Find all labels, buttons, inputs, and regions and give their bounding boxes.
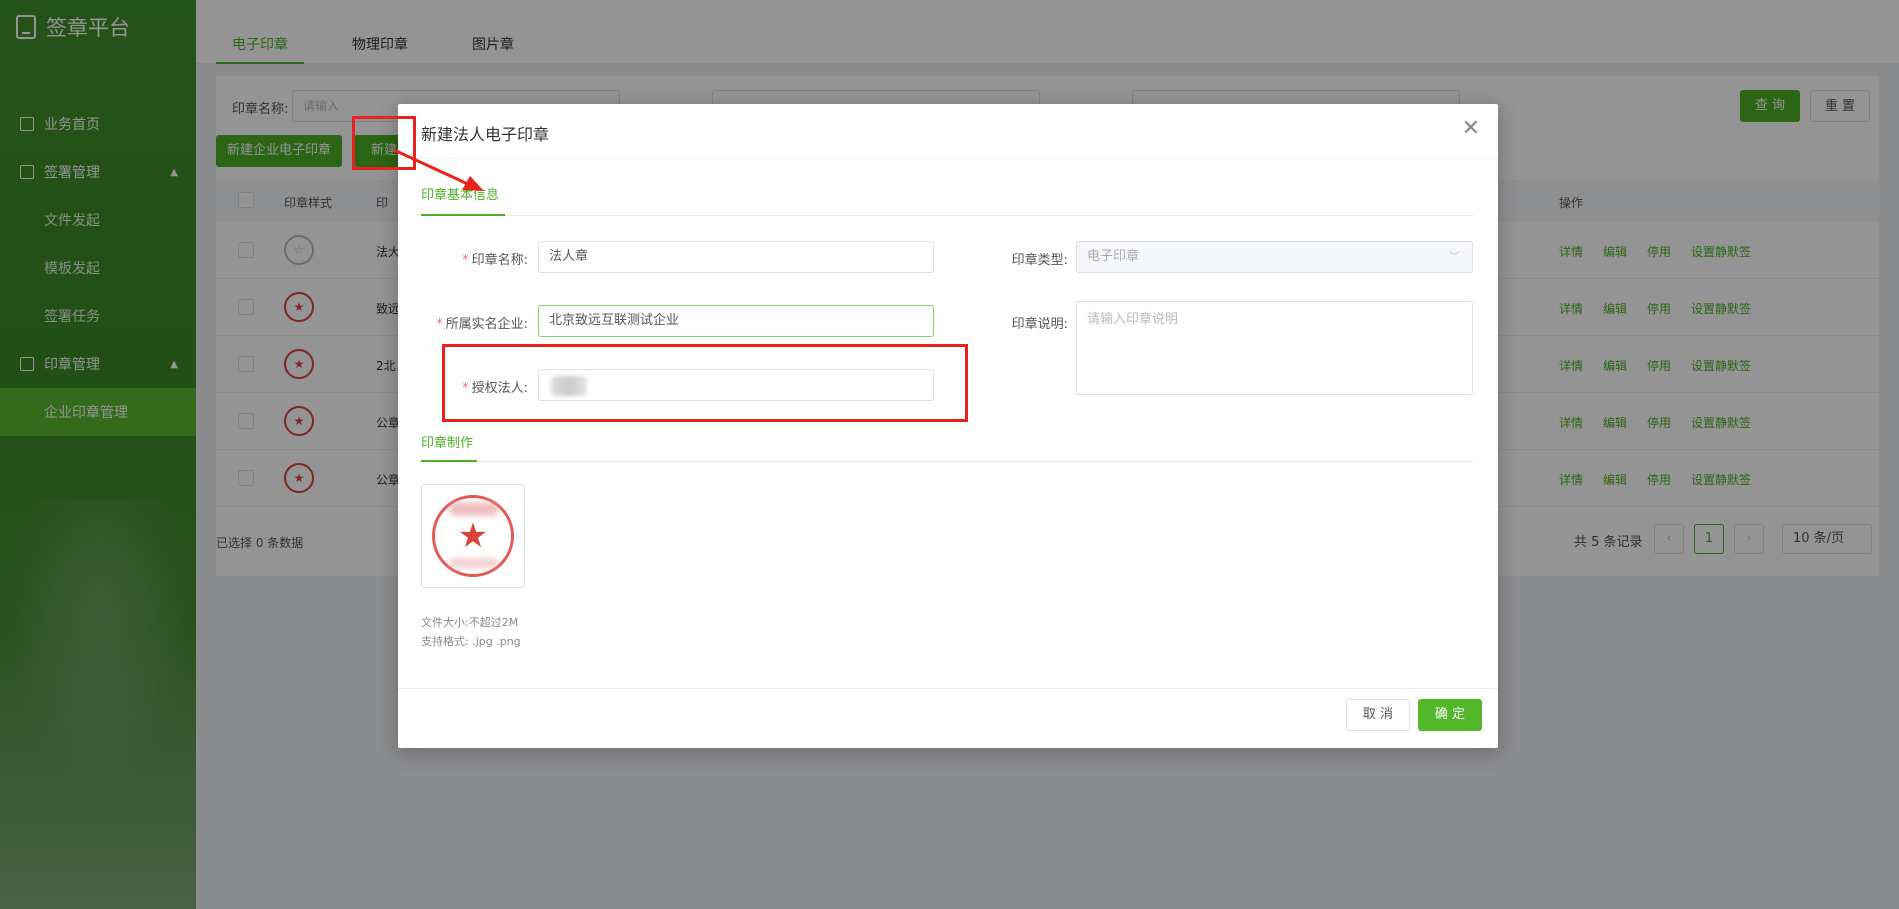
dialog-header: 新建法人电子印章 ✕ (398, 104, 1498, 159)
close-icon[interactable]: ✕ (1462, 116, 1480, 141)
company-label: * 所属实名企业: (436, 317, 528, 332)
chevron-down-icon: ﹀ (1449, 250, 1460, 263)
section-active-indicator (421, 460, 477, 462)
seal-description-label: 印章说明: (1011, 317, 1068, 332)
dialog-title: 新建法人电子印章 (421, 125, 550, 144)
file-format-hint: 支持格式: .jpg .png (421, 635, 521, 648)
seal-name-label: * 印章名称: (462, 253, 528, 268)
company-select[interactable]: 北京致远互联测试企业 (538, 305, 934, 337)
annotation-highlight-legal-person (442, 344, 968, 422)
section-active-indicator (421, 214, 505, 216)
seal-preview[interactable]: ★ (421, 484, 525, 588)
section-divider (421, 461, 1473, 462)
seal-name-input[interactable]: 法人章 (538, 241, 934, 273)
section-basic-info: 印章基本信息 (421, 188, 500, 203)
section-divider (421, 215, 1473, 216)
file-size-hint: 文件大小:不超过2M (421, 616, 519, 629)
annotation-highlight-new-button (352, 116, 416, 170)
section-seal-making: 印章制作 (421, 436, 474, 451)
seal-type-label: 印章类型: (1011, 253, 1068, 268)
new-legal-seal-dialog: 新建法人电子印章 ✕ 印章基本信息 * 印章名称: 法人章 * 所属实名企业: 北京… (398, 104, 1498, 748)
confirm-button[interactable]: 确 定 (1418, 699, 1482, 731)
dialog-footer: 取 消 确 定 (398, 688, 1498, 748)
cancel-button[interactable]: 取 消 (1346, 699, 1410, 731)
star-icon: ★ (457, 516, 489, 556)
seal-image: ★ (432, 495, 514, 577)
seal-description-textarea[interactable]: 请输入印章说明 (1076, 301, 1473, 395)
seal-type-select: 电子印章 ﹀ (1076, 241, 1473, 273)
